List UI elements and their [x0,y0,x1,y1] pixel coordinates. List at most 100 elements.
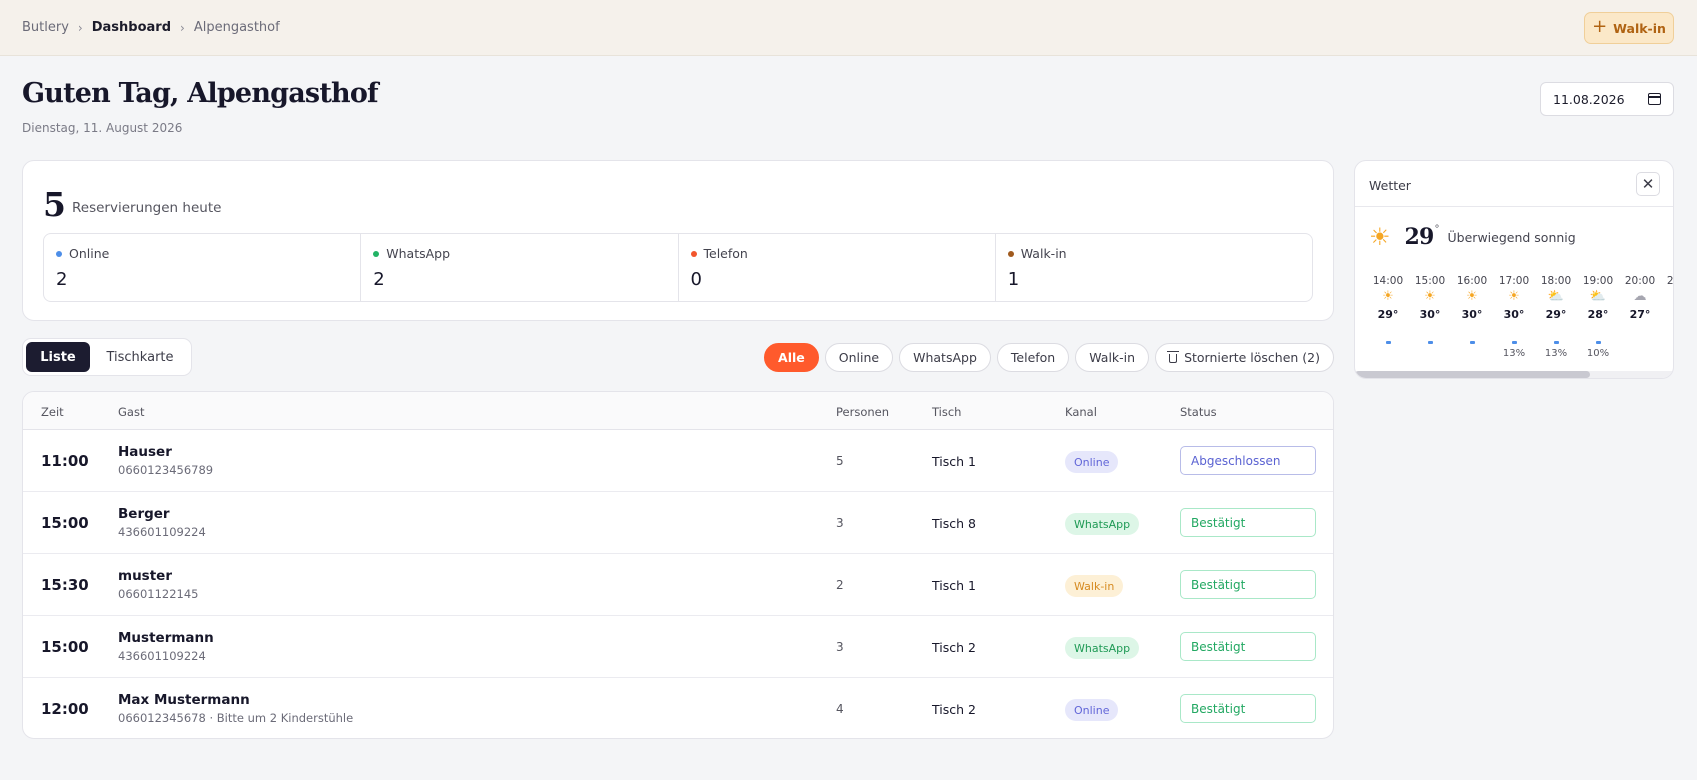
table-row[interactable]: 15:00 Berger 436601109224 3 Tisch 8 What… [23,492,1333,554]
filter-chip-telefon[interactable]: Telefon [996,343,1070,372]
table-row[interactable]: 15:30 muster 06601122145 2 Tisch 1 Walk-… [23,554,1333,616]
hourly-temperature: 27° [1629,308,1651,321]
weather-current: ☀ 29 ° Überwiegend sonnig [1369,223,1576,251]
column-header-persons[interactable]: Personen [836,405,889,419]
weather-header: Wetter ✕ [1355,161,1673,207]
column-header-time[interactable]: Zeit [41,405,64,419]
clear-cancelled-label: Stornierte löschen (2) [1184,350,1320,365]
reservations-summary-card: 5 Reservierungen heute Online 2 WhatsApp… [22,160,1334,321]
hourly-time: 15:00 [1414,275,1446,287]
guest-name: Max Mustermann [118,692,250,708]
column-header-guest[interactable]: Gast [118,405,144,419]
date-picker-input[interactable]: 11.08.2026 [1540,82,1674,116]
whatsapp-dot-icon [373,250,380,257]
table-header: Zeit Gast Personen Tisch Kanal Status [23,392,1333,430]
weather-title: Wetter [1369,178,1411,193]
party-size: 2 [836,578,844,592]
weather-description: Überwiegend sonnig [1447,229,1576,245]
rain-probability: 13% [1502,348,1526,359]
guest-phone: 436601109224 [118,649,206,663]
table-row[interactable]: 15:00 Mustermann 436601109224 3 Tisch 2 … [23,616,1333,678]
status-select[interactable]: Abgeschlossen [1180,446,1316,475]
cloud-sun-icon: ⛅ [1589,289,1607,304]
cloud-icon: ☁ [1633,289,1647,304]
walk-in-button[interactable]: + Walk-in [1584,12,1674,44]
guest-phone: 06601122145 [118,587,199,601]
rain-probability: 10% [1586,348,1610,359]
cloud-icon: ☁ [1661,289,1673,305]
status-select[interactable]: Bestätigt [1180,508,1316,537]
channel-stat-whatsapp: WhatsApp 2 [361,234,679,301]
party-size: 4 [836,702,844,716]
column-header-channel[interactable]: Kanal [1065,405,1097,419]
table-number: Tisch 1 [932,578,976,593]
status-select[interactable]: Bestätigt [1180,570,1316,599]
table-row[interactable]: 11:00 Hauser 0660123456789 5 Tisch 1 Onl… [23,430,1333,492]
channel-badge: WhatsApp [1065,637,1140,659]
hourly-forecast-item: 14:00 ☀ 29° [1367,275,1409,365]
hourly-temperature: 29° [1377,308,1399,321]
walk-in-dot-icon [1007,250,1014,257]
page-title: Guten Tag, Alpengasthof [22,78,379,109]
status-select[interactable]: Bestätigt [1180,632,1316,661]
table-number: Tisch 2 [932,702,976,717]
sun-icon: ☀ [1382,289,1394,304]
status-select[interactable]: Bestätigt [1180,694,1316,723]
hourly-forecast-item: 17:00 ☀ 30° 13% [1493,275,1535,365]
breadcrumb-item-butlery[interactable]: Butlery [22,20,69,35]
channel-breakdown: Online 2 WhatsApp 2 Telefon 0 Walk-in 1 [43,233,1313,302]
guest-name: Berger [118,506,170,522]
sun-icon: ☀ [1508,289,1520,304]
hourly-time: 20:00 [1624,275,1656,287]
channel-stat-label: Online [69,246,110,261]
rain-indicator [1553,341,1559,344]
scrollbar-thumb[interactable] [1355,371,1590,378]
hourly-time: 21:00 [1666,275,1674,287]
online-dot-icon [56,250,62,257]
filter-chip-whatsapp[interactable]: WhatsApp [899,343,991,372]
channel-stat-label: WhatsApp [386,246,451,261]
reservation-time: 15:00 [41,514,89,532]
clear-cancelled-button[interactable]: Stornierte löschen (2) [1155,343,1334,372]
hourly-time: 18:00 [1540,275,1572,287]
hourly-forecast[interactable]: 14:00 ☀ 29° 15:00 ☀ 30° 16:00 ☀ 30° 17:00 ☀ 30° 13% 1… [1367,275,1674,365]
filter-chip-all[interactable]: Alle [764,343,819,372]
channel-stat-telefon: Telefon 0 [679,234,996,301]
hourly-scrollbar[interactable] [1355,371,1673,378]
plus-icon: + [1592,16,1608,37]
breadcrumb-item-dashboard[interactable]: Dashboard [92,20,171,35]
hourly-temperature: 30° [1419,308,1441,321]
rain-indicator [1385,341,1391,344]
party-size: 5 [836,454,844,468]
hourly-temperature: 29° [1545,308,1567,321]
view-list-button[interactable]: Liste [26,342,90,372]
view-table-map-button[interactable]: Tischkarte [94,342,186,372]
filter-chip-online[interactable]: Online [824,343,894,372]
guest-phone: 0660123456789 [118,463,214,477]
rain-indicator [1595,341,1601,344]
channel-stat-label: Walk-in [1020,246,1067,261]
guest-phone: 066012345678 · Bitte um 2 Kinderstühle [118,711,354,725]
column-header-status[interactable]: Status [1180,405,1217,419]
guest-name: muster [118,568,172,584]
degree-symbol: ° [1434,223,1440,235]
rain-indicator [1511,341,1517,344]
filter-chip-walk-in[interactable]: Walk-in [1075,343,1150,372]
hourly-temperature: 28° [1587,308,1609,321]
channel-stat-online: Online 2 [44,234,362,301]
reservations-table: Zeit Gast Personen Tisch Kanal Status 11… [22,391,1334,739]
hourly-forecast-item: 19:00 ⛅ 28° 10% [1577,275,1619,365]
column-header-table[interactable]: Tisch [932,405,961,419]
date-picker-value: 11.08.2026 [1553,91,1625,107]
party-size: 3 [836,516,844,530]
table-number: Tisch 8 [932,516,976,531]
view-toggle: Liste Tischkarte [22,338,192,376]
channel-filters: Alle Online WhatsApp Telefon Walk-in Sto… [764,343,1334,372]
table-row[interactable]: 12:00 Max Mustermann 066012345678 · Bitt… [23,678,1333,738]
sun-icon: ☀ [1369,223,1391,251]
hourly-forecast-item: 16:00 ☀ 30° [1451,275,1493,365]
calendar-icon[interactable] [1648,93,1661,105]
telefon-dot-icon [690,250,697,257]
rain-indicator [1469,341,1475,344]
close-icon[interactable]: ✕ [1636,172,1660,196]
